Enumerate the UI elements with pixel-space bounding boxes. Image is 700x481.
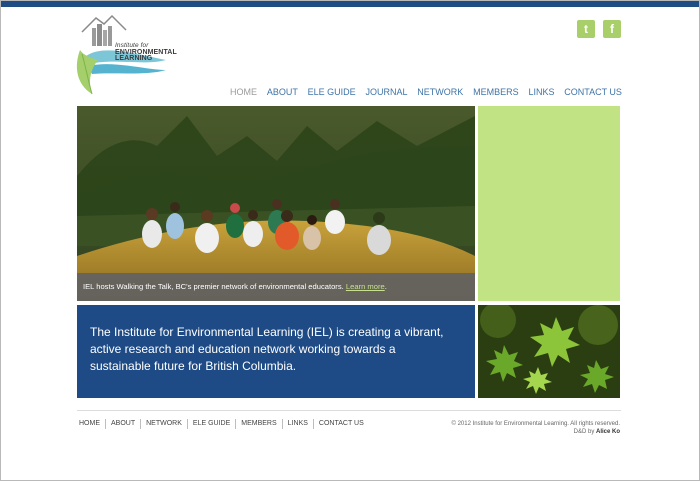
nav-about[interactable]: ABOUT (267, 87, 298, 101)
footer-link-home[interactable]: HOME (77, 419, 105, 429)
credit-name: Alice Ko (595, 429, 620, 435)
maple-leaf-photo (478, 305, 620, 398)
footer-link-links[interactable]: LINKS (281, 419, 313, 429)
copyright-block: © 2012 Institute for Environmental Learn… (451, 420, 620, 436)
hero-caption: IEL hosts Walking the Talk, BC's premier… (77, 273, 475, 301)
footer-divider (77, 410, 621, 411)
hero-caption-text: IEL hosts Walking the Talk, BC's premier… (83, 282, 344, 291)
top-accent-bar (1, 1, 699, 7)
twitter-glyph: t (584, 22, 588, 36)
intro-text: The Institute for Environmental Learning… (90, 325, 444, 373)
nav-home[interactable]: HOME (230, 87, 257, 101)
site-logo[interactable]: Institute for ENVIRONMENTAL LEARNING (74, 14, 186, 100)
green-feature-panel (478, 106, 620, 301)
footer-link-network[interactable]: NETWORK (140, 419, 187, 429)
footer-link-members[interactable]: MEMBERS (235, 419, 281, 429)
nav-network[interactable]: NETWORK (417, 87, 463, 101)
nav-ele-guide[interactable]: ELE GUIDE (308, 87, 356, 101)
hero-photo (77, 106, 475, 301)
facebook-glyph: f (610, 22, 614, 36)
hero-banner[interactable]: IEL hosts Walking the Talk, BC's premier… (77, 106, 475, 301)
design-credit: D&D by Alice Ko (451, 428, 620, 436)
footer-link-contact-us[interactable]: CONTACT US (312, 419, 369, 429)
copyright-text: © 2012 Institute for Environmental Learn… (451, 421, 620, 427)
footer-nav: HOME ABOUT NETWORK ELE GUIDE MEMBERS LIN… (77, 419, 369, 429)
leaf-photo-graphic (478, 305, 620, 398)
footer-link-about[interactable]: ABOUT (105, 419, 140, 429)
logo-text: Institute for ENVIRONMENTAL LEARNING (115, 42, 177, 63)
facebook-icon[interactable]: f (603, 20, 621, 38)
intro-panel: The Institute for Environmental Learning… (77, 305, 475, 398)
credit-prefix: D&D by (573, 429, 595, 435)
nav-contact-us[interactable]: CONTACT US (564, 87, 622, 101)
learn-more-link[interactable]: Learn more (346, 282, 385, 291)
main-nav: HOME ABOUT ELE GUIDE JOURNAL NETWORK MEM… (230, 87, 622, 101)
nav-links[interactable]: LINKS (528, 87, 554, 101)
twitter-icon[interactable]: t (577, 20, 595, 38)
footer-link-ele-guide[interactable]: ELE GUIDE (186, 419, 235, 429)
logo-line-3: LEARNING (115, 55, 153, 63)
nav-journal[interactable]: JOURNAL (365, 87, 407, 101)
nav-members[interactable]: MEMBERS (473, 87, 519, 101)
hero-caption-end: . (384, 282, 387, 291)
